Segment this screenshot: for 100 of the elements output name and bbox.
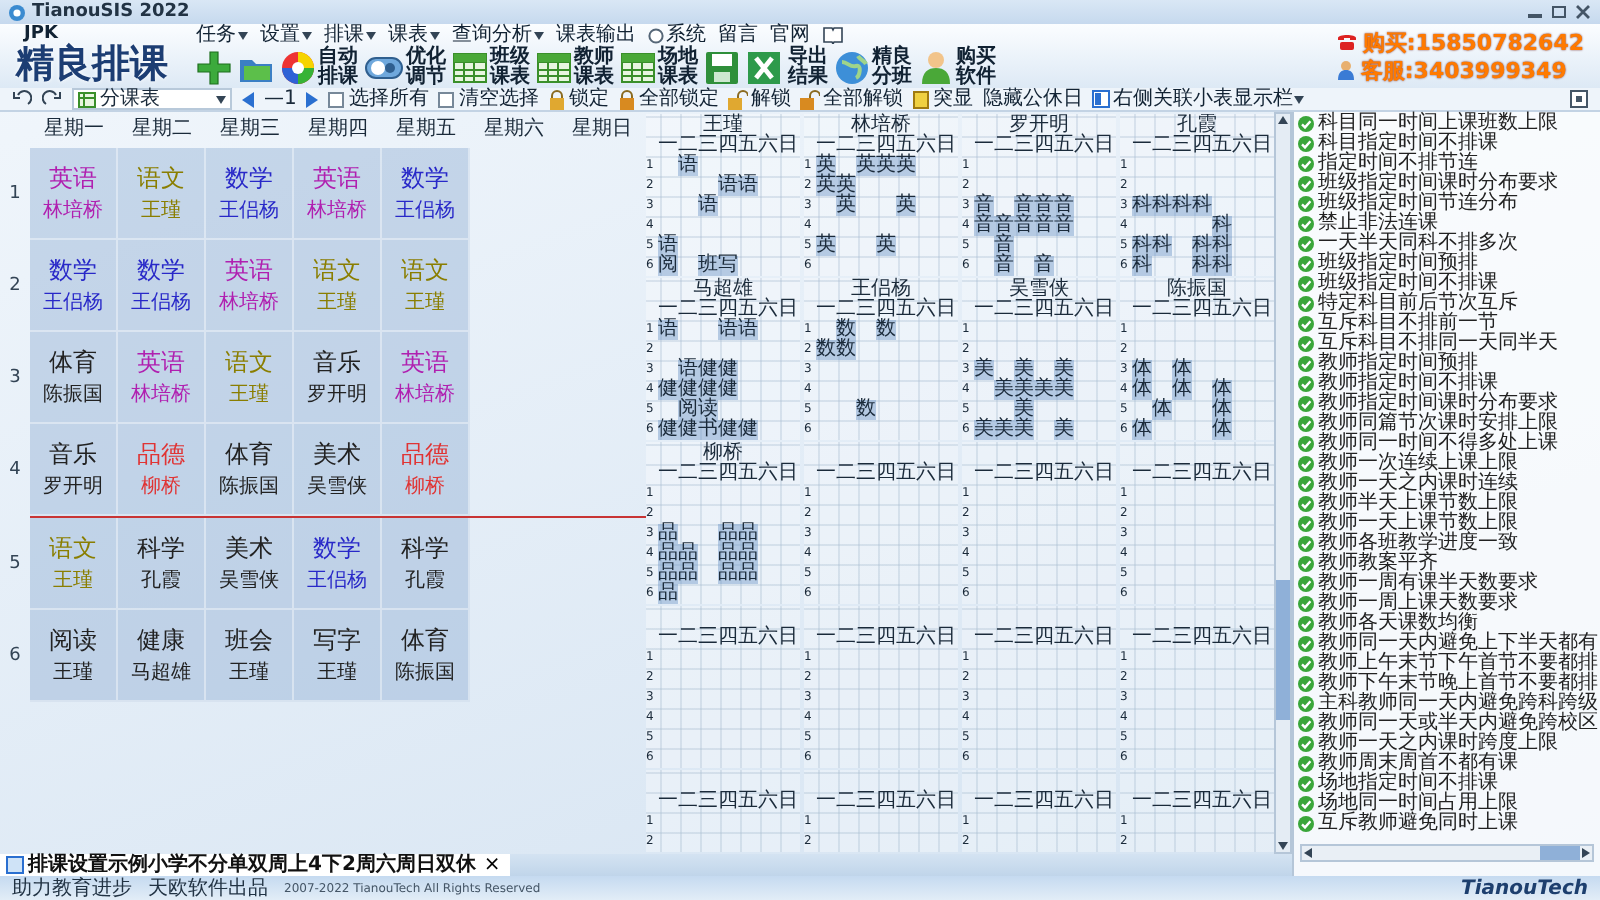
rule-label[interactable]: 教师同一天内避免上下半天都有 <box>1318 634 1598 654</box>
menu-item[interactable]: 排课 <box>324 24 376 46</box>
lesson-cell[interactable]: 体育 陈振国 <box>30 332 118 424</box>
lesson-cell[interactable]: 音乐 罗开明 <box>30 424 118 516</box>
lesson-cell[interactable]: 英语 林培桥 <box>30 148 118 240</box>
toolbar-button[interactable]: 隐藏公休日 <box>982 88 1083 110</box>
rule-label[interactable]: 特定科目前后节次互斥 <box>1318 294 1518 314</box>
rule-label[interactable]: 班级指定时间节连分布 <box>1318 194 1518 214</box>
rule-label[interactable]: 班级指定时间预排 <box>1318 254 1478 274</box>
rule-label[interactable]: 场地指定时间不排课 <box>1318 774 1498 794</box>
redo-icon[interactable] <box>42 90 62 108</box>
scrollbar-thumb[interactable] <box>1276 580 1290 720</box>
up-arrow-icon[interactable] <box>1276 114 1290 126</box>
toolbar-button[interactable] <box>746 49 782 85</box>
rule-label[interactable]: 互斥教师避免同时上课 <box>1318 814 1518 834</box>
lesson-cell[interactable]: 写字 王瑾 <box>294 610 382 702</box>
toolbar-button[interactable]: 解锁 <box>728 88 791 110</box>
rule-label[interactable]: 班级指定时间不排课 <box>1318 274 1498 294</box>
lesson-cell[interactable]: 体育 陈振国 <box>206 424 294 516</box>
menu-item[interactable]: 查询分析 <box>452 24 544 46</box>
lesson-cell[interactable]: 科学 孔霞 <box>118 518 206 610</box>
toolbar-button[interactable]: 全部锁定 <box>618 88 719 110</box>
lesson-cell[interactable]: 体育 陈振国 <box>382 610 470 702</box>
down-arrow-icon[interactable] <box>1276 840 1290 852</box>
rule-label[interactable]: 教师同一天或半天内避免跨校区 <box>1318 714 1598 734</box>
rule-label[interactable]: 教师下午末节晚上首节不要都排 <box>1318 674 1598 694</box>
rule-label[interactable]: 教师上午末节下午首节不要都排 <box>1318 654 1598 674</box>
document-tab[interactable]: 排课设置示例小学不分单双周上4下2周六周日双休 × <box>0 854 511 876</box>
lesson-cell[interactable]: 科学 孔霞 <box>382 518 470 610</box>
class-select[interactable]: 分课表 <box>72 88 232 110</box>
rule-label[interactable]: 场地同一时间占用上限 <box>1318 794 1518 814</box>
lesson-cell[interactable]: 数学 王侣杨 <box>206 148 294 240</box>
rule-label[interactable]: 互斥科目不排同一天同半天 <box>1318 334 1558 354</box>
rule-label[interactable]: 教师同篇节次课时安排上限 <box>1318 414 1558 434</box>
lesson-cell[interactable]: 数学 王侣杨 <box>118 240 206 332</box>
menu-item[interactable]: 课表 <box>388 24 440 46</box>
horizontal-scrollbar[interactable] <box>1300 844 1594 862</box>
lesson-cell[interactable]: 数学 王侣杨 <box>382 148 470 240</box>
lesson-cell[interactable]: 英语 林培桥 <box>382 332 470 424</box>
rule-label[interactable]: 教师一天之内课时连续 <box>1318 474 1518 494</box>
menu-item[interactable]: 留言 <box>718 24 758 46</box>
next-icon[interactable] <box>306 91 319 107</box>
vertical-scrollbar[interactable] <box>1274 112 1292 854</box>
lesson-cell[interactable]: 音乐 罗开明 <box>294 332 382 424</box>
checkbox-option[interactable]: 选择所有 <box>328 88 429 110</box>
rule-label[interactable]: 科目同一时间上课班数上限 <box>1318 114 1558 134</box>
toolbar-button[interactable]: 锁定 <box>548 88 609 110</box>
toolbar-button[interactable]: 突显 <box>912 88 973 110</box>
rule-label[interactable]: 教师教案平齐 <box>1318 554 1438 574</box>
lesson-cell[interactable]: 英语 林培桥 <box>294 148 382 240</box>
menu-item[interactable]: 设置 <box>260 24 312 46</box>
toolbar-button[interactable]: 优化调节 <box>364 47 446 87</box>
left-arrow-icon[interactable] <box>1302 846 1314 860</box>
toolbar-button[interactable]: 全部解锁 <box>800 88 903 110</box>
rule-label[interactable]: 教师一天之内课时跨度上限 <box>1318 734 1558 754</box>
toolbar-button[interactable]: 购买软件 <box>918 47 996 87</box>
previous-icon[interactable] <box>242 91 254 107</box>
rule-label[interactable]: 禁止非法连课 <box>1318 214 1438 234</box>
rule-label[interactable]: 指定时间不排节连 <box>1318 154 1478 174</box>
lesson-cell[interactable]: 健康 马超雄 <box>118 610 206 702</box>
rule-label[interactable]: 教师一次连续上课上限 <box>1318 454 1518 474</box>
rule-label[interactable]: 互斥科目不排前一节 <box>1318 314 1498 334</box>
rule-label[interactable]: 教师各天课数均衡 <box>1318 614 1478 634</box>
close-button[interactable]: × <box>479 855 505 875</box>
rule-label[interactable]: 科目指定时间不排课 <box>1318 134 1498 154</box>
menu-item[interactable]: 系统 <box>648 24 706 46</box>
rule-label[interactable]: 班级指定时间课时分布要求 <box>1318 174 1558 194</box>
toolbar-button[interactable]: 自动排课 <box>280 47 358 87</box>
lesson-cell[interactable]: 英语 林培桥 <box>206 240 294 332</box>
right-arrow-icon[interactable] <box>1580 846 1592 860</box>
close-icon[interactable] <box>1574 4 1592 20</box>
lesson-cell[interactable]: 数学 王侣杨 <box>30 240 118 332</box>
rule-label[interactable]: 教师指定时间课时分布要求 <box>1318 394 1558 414</box>
rule-label[interactable]: 一天半天同科不排多次 <box>1318 234 1518 254</box>
rule-label[interactable]: 教师指定时间预排 <box>1318 354 1478 374</box>
undo-icon[interactable] <box>12 90 32 108</box>
menu-item[interactable]: 官网 <box>770 24 810 46</box>
checkbox[interactable] <box>438 91 455 107</box>
pin-icon[interactable] <box>1570 90 1588 108</box>
rule-label[interactable]: 教师周末周首不都有课 <box>1318 754 1518 774</box>
lesson-cell[interactable]: 美术 吴雪侠 <box>294 424 382 516</box>
lesson-cell[interactable]: 数学 王侣杨 <box>294 518 382 610</box>
rule-label[interactable]: 教师各班教学进度一致 <box>1318 534 1518 554</box>
rule-label[interactable]: 主科教师同一天内避免跨科跨级 <box>1318 694 1598 714</box>
toolbar-button[interactable]: 导出结果 <box>788 47 828 87</box>
rule-label[interactable]: 教师同一时间不得多处上课 <box>1318 434 1558 454</box>
checkbox-option[interactable]: 清空选择 <box>438 88 539 110</box>
lesson-cell[interactable]: 阅读 王瑾 <box>30 610 118 702</box>
lesson-cell[interactable]: 班会 王瑾 <box>206 610 294 702</box>
book-icon[interactable] <box>822 26 844 44</box>
toolbar-button[interactable]: 班级课表 <box>452 47 530 87</box>
rule-label[interactable]: 教师指定时间不排课 <box>1318 374 1498 394</box>
toolbar-button[interactable] <box>196 49 232 85</box>
rule-label[interactable]: 教师一周有课半天数要求 <box>1318 574 1538 594</box>
rule-label[interactable]: 教师半天上课节数上限 <box>1318 494 1518 514</box>
dropdown[interactable]: 右侧关联小表显示栏 <box>1092 88 1305 110</box>
menu-item[interactable]: 课表输出 <box>556 24 636 46</box>
toolbar-button[interactable]: 场地课表 <box>620 47 698 87</box>
toolbar-button[interactable]: 教师课表 <box>536 47 614 87</box>
scrollbar-thumb[interactable] <box>1540 846 1580 860</box>
